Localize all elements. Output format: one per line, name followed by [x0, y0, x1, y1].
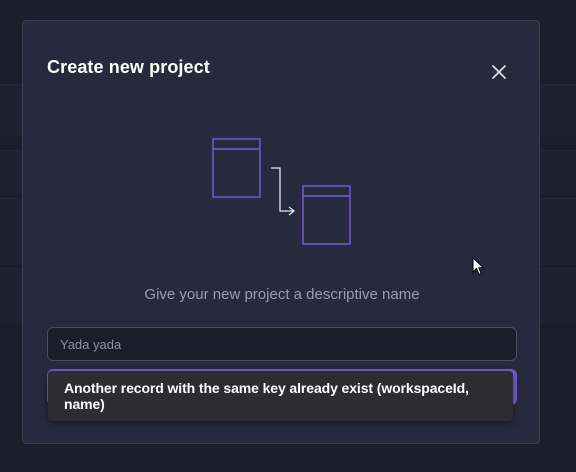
dialog-title: Create new project [47, 57, 210, 77]
mouse-cursor-icon [472, 257, 485, 276]
close-button[interactable] [487, 60, 511, 84]
error-toast-message: Another record with the same key already… [64, 380, 469, 412]
project-name-input[interactable] [47, 327, 517, 361]
close-icon [492, 65, 506, 79]
create-project-dialog: Create new project Give your new project… [22, 20, 540, 444]
dialog-description: Give your new project a descriptive name [144, 286, 420, 303]
tables-link-illustration [212, 138, 351, 245]
error-toast: Another record with the same key already… [48, 371, 513, 421]
